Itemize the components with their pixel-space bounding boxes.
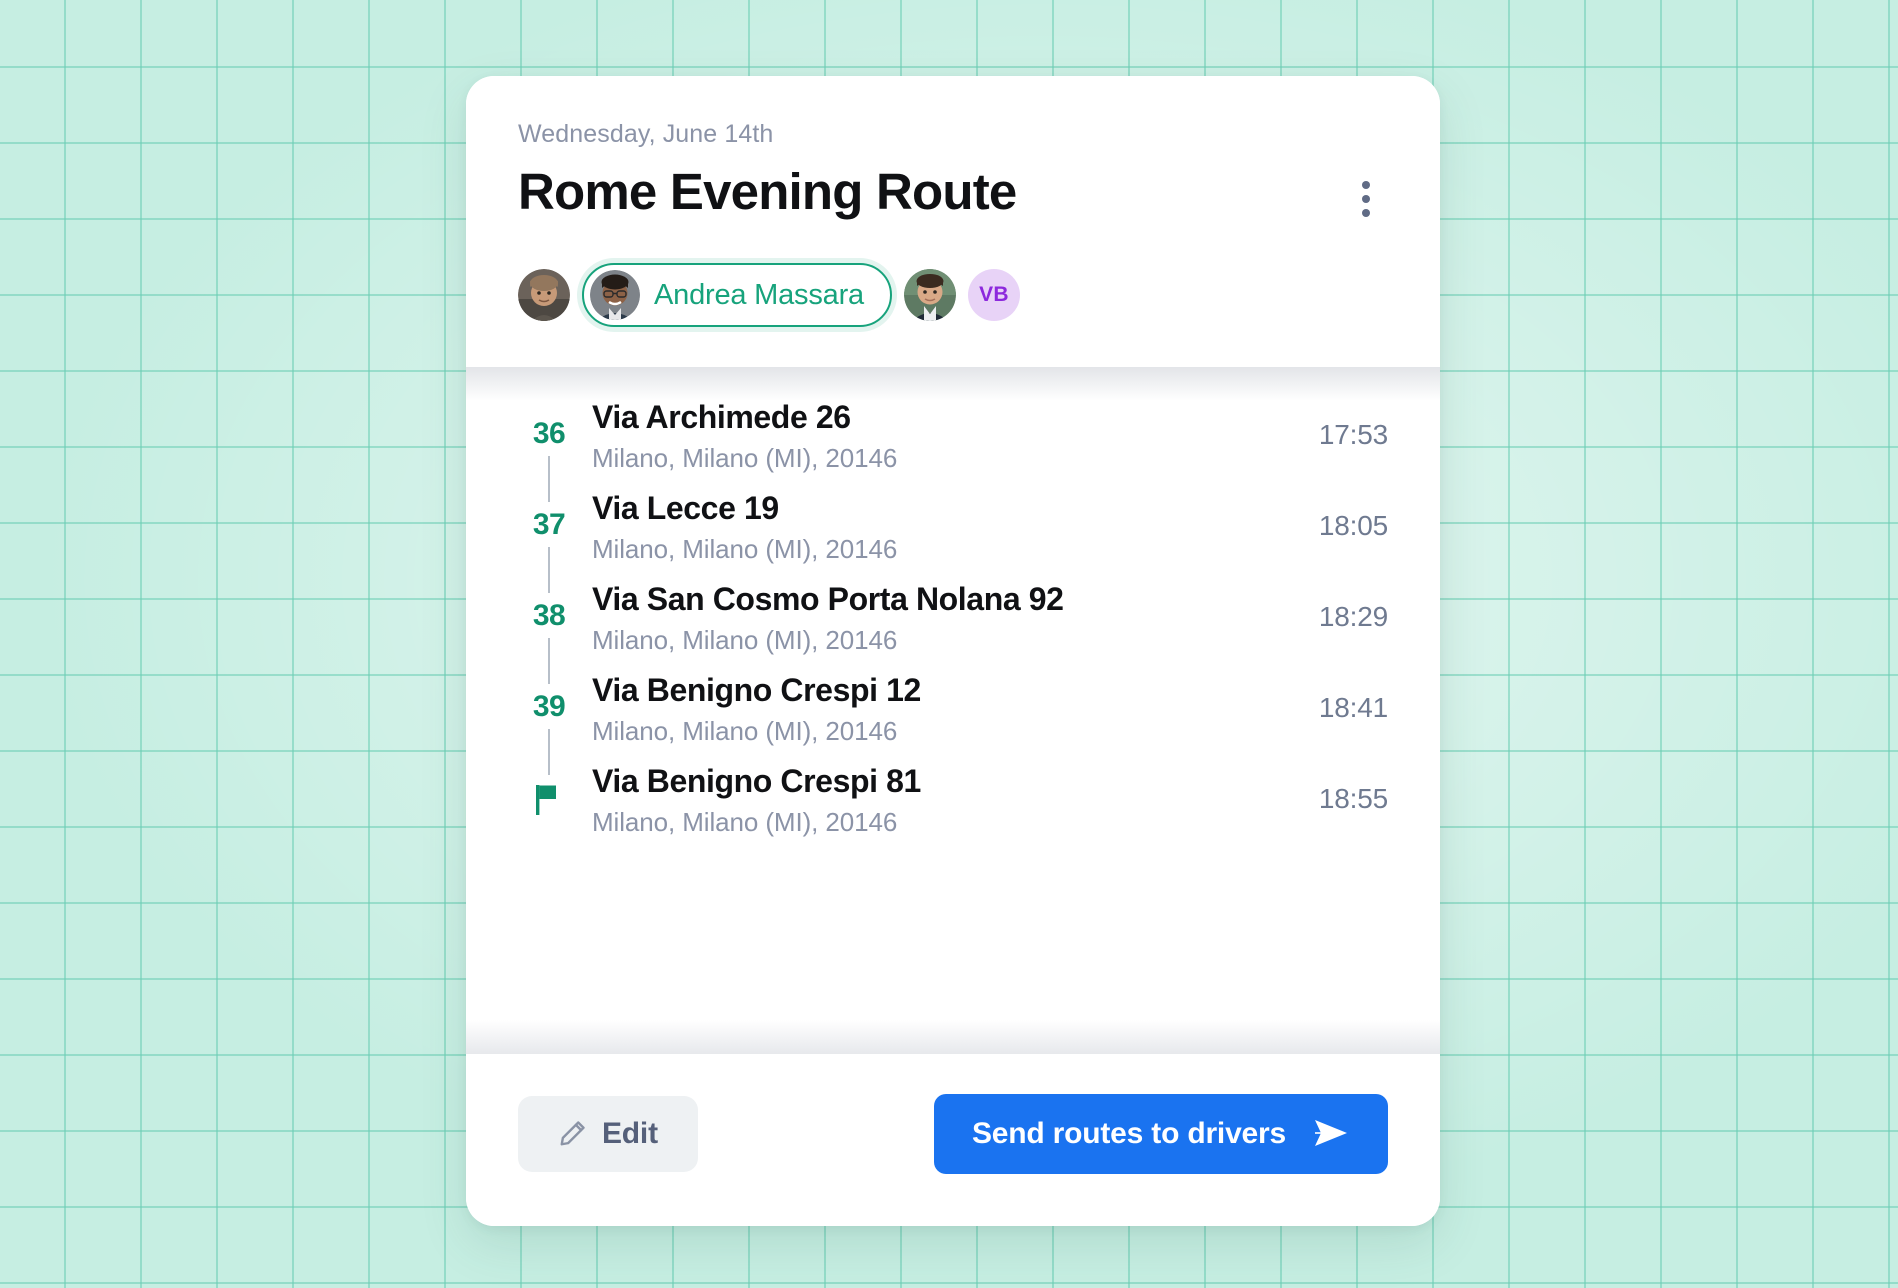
edit-button-label: Edit (602, 1117, 658, 1150)
stop-address: Via San Cosmo Porta Nolana 92 (592, 581, 1064, 617)
stop-index: 38 (532, 599, 566, 632)
driver-chip-selected[interactable]: Andrea Massara (582, 263, 892, 327)
pencil-icon (558, 1118, 588, 1151)
stop-row[interactable]: 39 Via Benigno Crespi 12 Milano, Milano … (518, 662, 1388, 775)
stop-time: 17:53 (1318, 418, 1388, 450)
driver-avatar-list: Andrea Massara VB (518, 263, 1388, 367)
stop-time: 18:41 (1318, 691, 1388, 723)
kebab-dot-3 (1362, 209, 1370, 217)
edit-button[interactable]: Edit (518, 1096, 698, 1172)
route-date: Wednesday, June 14th (518, 120, 774, 148)
stop-row[interactable]: 36 Via Archimede 26 Milano, Milano (MI),… (518, 389, 1388, 502)
stop-locality: Milano, Milano (MI), 20146 (592, 807, 898, 837)
kebab-dot-2 (1362, 195, 1370, 203)
card-header: Wednesday, June 14th Rome Evening Route (466, 76, 1440, 367)
stop-details: Via San Cosmo Porta Nolana 92 Milano, Mi… (580, 577, 1299, 656)
card-footer: Edit Send routes to drivers (466, 1054, 1440, 1226)
kebab-dot-1 (1362, 181, 1370, 189)
stop-marker: 39 (518, 668, 580, 775)
stop-locality: Milano, Milano (MI), 20146 (592, 625, 898, 655)
stop-index: 39 (532, 690, 566, 723)
send-routes-button[interactable]: Send routes to drivers (933, 1094, 1388, 1174)
stop-marker: 37 (518, 486, 580, 593)
stop-time: 18:05 (1318, 509, 1388, 541)
stop-row[interactable]: 37 Via Lecce 19 Milano, Milano (MI), 201… (518, 480, 1388, 593)
send-arrow-icon (1312, 1116, 1350, 1153)
finish-flag-icon (536, 785, 562, 820)
title-row: Rome Evening Route (518, 163, 1388, 225)
driver-avatar-1[interactable] (518, 269, 570, 321)
route-card: Wednesday, June 14th Rome Evening Route (466, 76, 1440, 1226)
page-title: Rome Evening Route (518, 163, 1017, 220)
stop-address: Via Benigno Crespi 81 (592, 763, 921, 799)
driver-chip-label: Andrea Massara (654, 278, 864, 311)
stop-address: Via Lecce 19 (592, 490, 779, 526)
stop-marker: 38 (518, 577, 580, 684)
stop-time: 18:55 (1318, 782, 1388, 814)
send-routes-button-label: Send routes to drivers (971, 1117, 1286, 1150)
stop-details: Via Benigno Crespi 81 Milano, Milano (MI… (580, 759, 1299, 838)
driver-avatar-initials-vb[interactable]: VB (967, 269, 1020, 321)
stop-details: Via Archimede 26 Milano, Milano (MI), 20… (580, 395, 1299, 474)
stop-marker: 36 (518, 395, 580, 502)
stop-index: 37 (532, 508, 566, 541)
stop-details: Via Benigno Crespi 12 Milano, Milano (MI… (580, 668, 1299, 747)
stop-locality: Milano, Milano (MI), 20146 (592, 716, 898, 746)
kebab-menu-icon[interactable] (1344, 173, 1388, 225)
stop-details: Via Lecce 19 Milano, Milano (MI), 20146 (580, 486, 1299, 565)
stop-time: 18:29 (1318, 600, 1388, 632)
stop-marker (518, 759, 580, 838)
driver-avatar-2 (590, 270, 640, 320)
stop-row[interactable]: 38 Via San Cosmo Porta Nolana 92 Milano,… (518, 571, 1388, 684)
stop-address: Via Benigno Crespi 12 (592, 672, 921, 708)
stop-address: Via Archimede 26 (592, 399, 851, 435)
driver-avatar-3[interactable] (903, 269, 956, 321)
stop-list-container: 36 Via Archimede 26 Milano, Milano (MI),… (466, 367, 1440, 1054)
stop-list[interactable]: 36 Via Archimede 26 Milano, Milano (MI),… (466, 367, 1440, 1054)
stop-row[interactable]: Via Benigno Crespi 81 Milano, Milano (MI… (518, 753, 1388, 844)
stop-locality: Milano, Milano (MI), 20146 (592, 534, 898, 564)
stop-index: 36 (532, 417, 566, 450)
stop-locality: Milano, Milano (MI), 20146 (592, 443, 898, 473)
